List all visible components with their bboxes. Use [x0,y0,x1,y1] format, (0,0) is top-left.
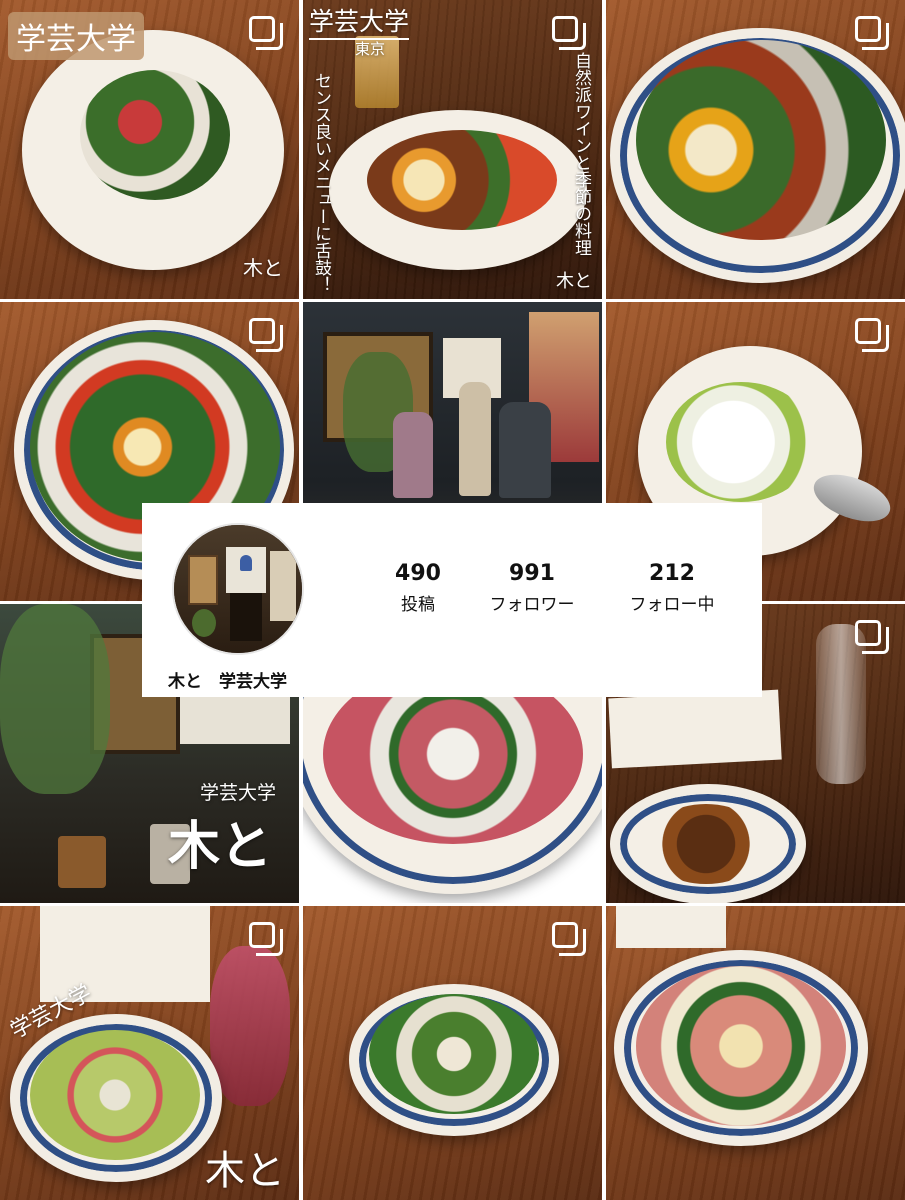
shop-logo-text: 木と [168,817,273,877]
carousel-icon [855,318,889,352]
carousel-icon [249,318,283,352]
following-label: フォロー中 [629,595,715,615]
carousel-icon [552,16,586,50]
followers-stat[interactable]: 991 フォロワー [472,561,592,615]
carousel-icon [249,16,283,50]
posts-stat[interactable]: 490 投稿 [358,561,478,615]
followers-count: 991 [509,561,555,586]
following-count: 212 [649,561,695,586]
carousel-icon [249,922,283,956]
post-tile-caesar-salad[interactable]: 学芸大学 木と [0,906,299,1200]
city-label: 東京 [355,40,386,58]
shop-caption: 木と [243,256,283,280]
profile-card: 490 投稿 991 フォロワー 212 フォロー中 木と 学芸大学 [142,503,762,697]
profile-name: 木と 学芸大学 [168,672,287,692]
vertical-caption-left: センス良いメニューに舌鼓！ [311,72,331,293]
posts-count: 490 [395,561,441,586]
following-stat[interactable]: 212 フォロー中 [612,561,732,615]
carousel-icon [855,16,889,50]
post-tile-potato-salad[interactable] [303,906,602,1200]
carousel-icon [855,620,889,654]
posts-label: 投稿 [401,595,435,615]
post-tile-egg-plate[interactable]: 学芸大学 東京 センス良いメニューに舌鼓！ 自然派ワインと季節の料理 木と [303,0,602,299]
vertical-caption-right: 自然派ワインと季節の料理 [571,52,591,256]
post-tile-appetizer-plate[interactable] [606,0,905,299]
location-label: 学芸大学 [200,782,277,804]
profile-avatar[interactable] [172,523,304,655]
carousel-icon [552,922,586,956]
location-tag: 学芸大学 [8,12,144,60]
post-tile-prosciutto-salad[interactable] [606,906,905,1200]
location-title: 学芸大学 [309,2,410,40]
shop-caption: 木と [205,1148,285,1194]
post-tile-strawberry-salad[interactable]: 学芸大学 木と [0,0,299,299]
shop-caption: 木と [556,271,592,292]
followers-label: フォロワー [489,595,575,615]
